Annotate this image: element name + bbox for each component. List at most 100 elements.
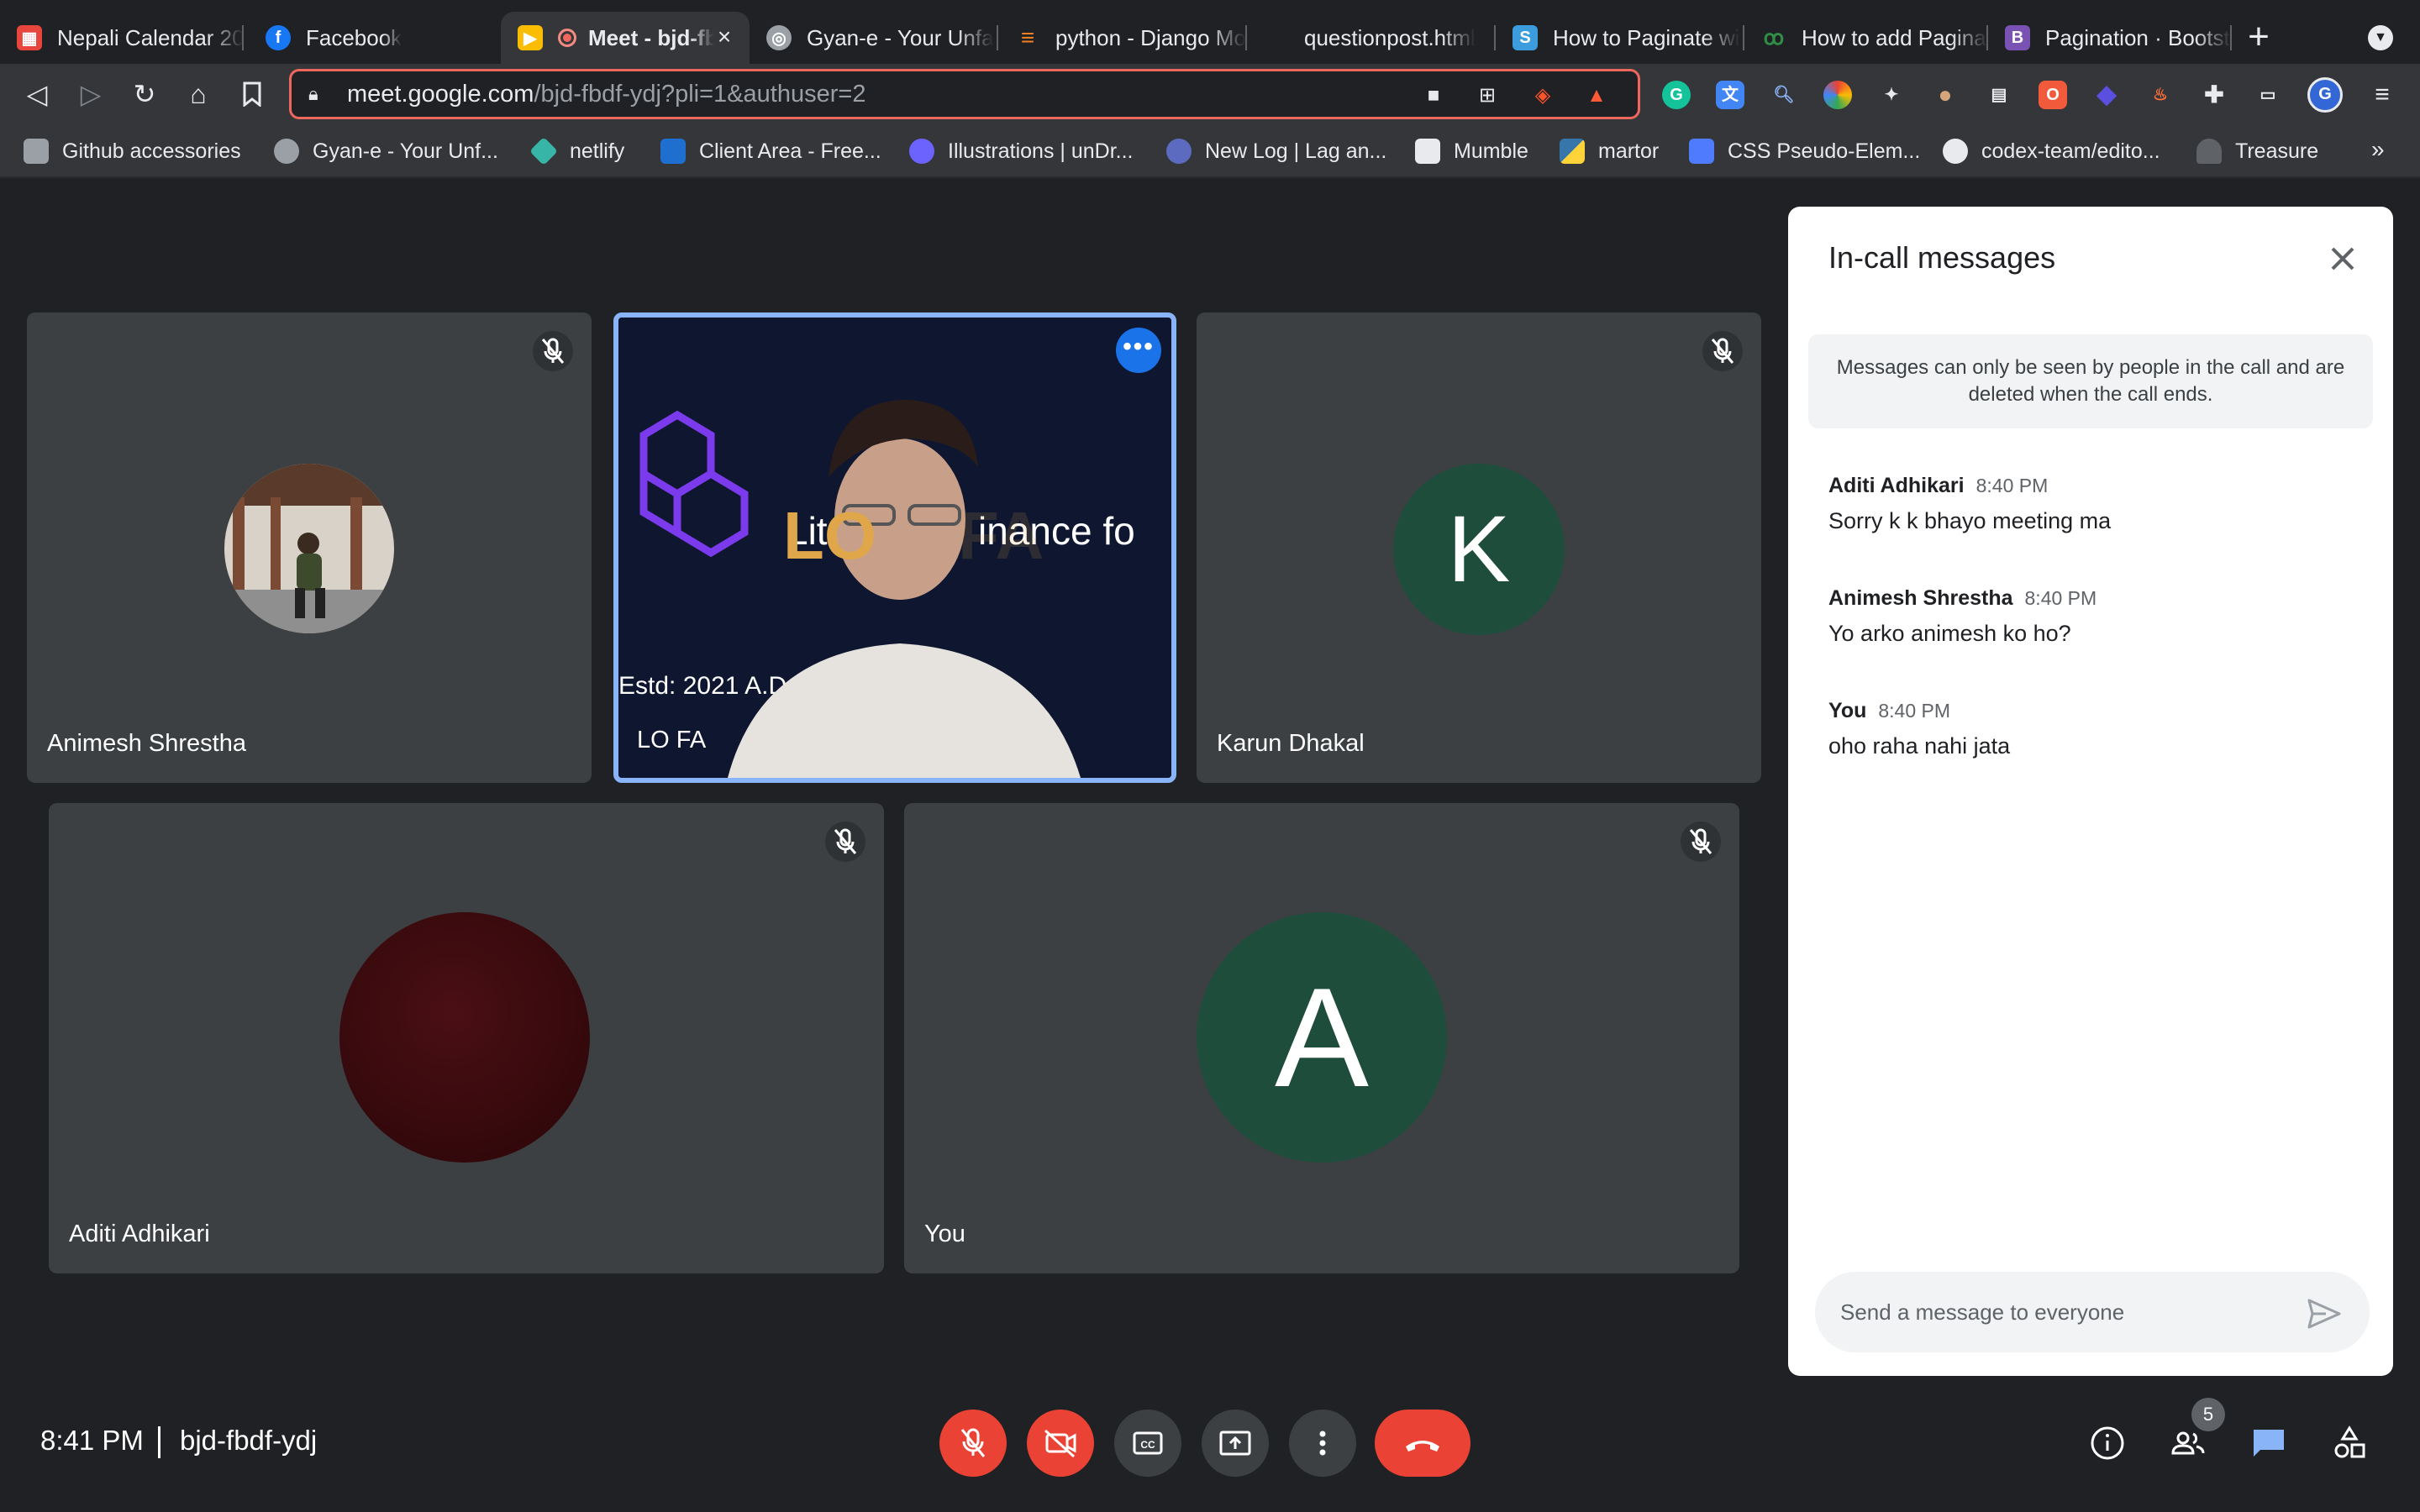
browser-tab[interactable]: ◎ Gyan-e - Your Unfa [750, 12, 998, 64]
participant-tile[interactable]: K Karun Dhakal [1197, 312, 1761, 783]
github-icon [1943, 139, 1968, 164]
meeting-clock: 8:41 PM [40, 1425, 144, 1456]
activities-icon[interactable] [2329, 1423, 2370, 1463]
browser-tab[interactable]: ▦ Nepali Calendar 20 [0, 12, 244, 64]
in-call-messages-panel: In-call messages Messages can only be se… [1788, 207, 2393, 1376]
tab-label: How to add Paginat [1802, 24, 1988, 50]
new-tab-plus-icon[interactable]: + [2238, 17, 2279, 57]
geeksforgeeks-icon: ꝏ [1763, 26, 1785, 50]
calendar-icon: ▦ [17, 25, 42, 50]
profile-avatar[interactable]: G [2307, 77, 2343, 113]
back-arrow-icon[interactable]: ◁ [20, 77, 54, 111]
tab-search-chevron-icon[interactable]: ▼ [2368, 25, 2393, 50]
more-bookmarks-chevron-icon[interactable]: » [2371, 136, 2385, 163]
stackoverflow-icon: ≡ [1020, 24, 1035, 50]
document-icon[interactable]: ▤ [1985, 81, 2013, 109]
more-options-icon[interactable]: ••• [1116, 328, 1161, 373]
bookmark-item[interactable]: netlify [529, 136, 624, 166]
tab-label: Pagination · Bootstr [2045, 24, 2232, 50]
bookmark-item[interactable]: Gyan-e - Your Unf... [274, 136, 498, 166]
google-meet-icon: ▶ [518, 25, 543, 50]
leave-call-button[interactable] [1375, 1410, 1470, 1477]
more-options-button[interactable] [1289, 1410, 1356, 1477]
forward-arrow-icon[interactable]: ▷ [74, 77, 108, 111]
brave-shields-icon[interactable]: ◈ [1530, 83, 1555, 108]
tab-divider [2230, 25, 2232, 50]
bookmark-item[interactable]: Treasure [2196, 136, 2318, 166]
participant-count-badge: 5 [2191, 1398, 2225, 1431]
mic-off-icon [1681, 822, 1721, 862]
ublock-icon[interactable]: O [2039, 81, 2067, 109]
brave-rewards-icon[interactable]: ▲ [1584, 83, 1609, 108]
present-now-button[interactable] [1202, 1410, 1269, 1477]
message-sender: Aditi Adhikari [1828, 474, 1965, 497]
flame-icon[interactable]: ♨ [2146, 81, 2175, 109]
tab-label: questionpost.html [1304, 24, 1476, 50]
bookmark-item[interactable]: CSS Pseudo-Elem... [1689, 136, 1920, 166]
browser-tab[interactable]: ≡ python - Django Mo [998, 12, 1247, 64]
meeting-code: bjd-fbdf-ydj [180, 1425, 318, 1456]
netlify-icon [529, 137, 558, 165]
browser-tab[interactable]: f Facebook [249, 12, 501, 64]
bookmark-item[interactable]: Illustrations | unDr... [909, 136, 1133, 166]
bookmark-icon[interactable] [235, 77, 269, 111]
figure-extension-icon[interactable]: ✦ [1877, 81, 1906, 109]
bookmarks-bar: Github accessories Gyan-e - Your Unf... … [0, 124, 2420, 178]
address-bar[interactable]: 🔒︎ meet.google.com/bjd-fbdf-ydj?pli=1&au… [289, 69, 1640, 119]
wallet-icon[interactable]: ▭ [2254, 81, 2282, 109]
participant-name: Animesh Shrestha [47, 730, 246, 757]
extensions-puzzle-icon[interactable]: ✚ [2200, 81, 2228, 109]
magnifier-extension-icon[interactable]: 🔍︎ [1770, 81, 1798, 109]
send-icon[interactable] [2304, 1294, 2344, 1334]
browser-tab-active[interactable]: ▶ Meet - bjd-fb × [501, 12, 750, 64]
browser-tab[interactable]: B Pagination · Bootstr [1988, 12, 2232, 64]
presentation-logo-text: LO [783, 498, 877, 573]
translate-icon[interactable]: 文 [1716, 81, 1744, 109]
bookmark-item[interactable]: Client Area - Free... [660, 136, 881, 166]
chat-icon[interactable] [2249, 1423, 2289, 1463]
color-picker-icon[interactable] [1823, 81, 1852, 109]
lock-icon[interactable]: 🔒︎ [308, 83, 330, 105]
participant-photo-avatar [339, 912, 590, 1163]
globe-icon [274, 139, 299, 164]
meeting-details-info-icon[interactable] [2087, 1423, 2128, 1463]
bookmark-item[interactable]: martor [1560, 136, 1659, 166]
reload-icon[interactable]: ↻ [128, 77, 161, 111]
chat-message-input[interactable] [1815, 1272, 2370, 1352]
browser-tab[interactable]: ꝏ How to add Paginat [1744, 12, 1988, 64]
browser-menu-icon[interactable]: ≡ [2368, 81, 2396, 109]
apps-grid-icon[interactable]: ⊞ [1475, 83, 1500, 108]
participant-tile-presenting[interactable]: Liter inance fo Estd: 2021 A.D. LO FA ••… [613, 312, 1176, 783]
svg-text:Estd: 2021 A.D.: Estd: 2021 A.D. [618, 672, 793, 700]
message-sender: Animesh Shrestha [1828, 586, 2013, 610]
browser-tab[interactable]: questionpost.html [1247, 12, 1496, 64]
camera-in-use-icon[interactable]: ■ [1421, 83, 1446, 108]
message-time: 8:40 PM [2024, 587, 2097, 609]
presentation-video: Liter inance fo Estd: 2021 A.D. [618, 318, 1171, 778]
grammarly-icon[interactable]: G [1662, 81, 1691, 109]
participant-avatar: K [1393, 464, 1565, 635]
home-icon[interactable]: ⌂ [182, 77, 215, 111]
participant-tile[interactable]: Aditi Adhikari [49, 803, 884, 1273]
recording-indicator-icon [558, 29, 576, 47]
message-sender: You [1828, 699, 1867, 722]
bookmark-item[interactable]: Mumble [1415, 136, 1528, 166]
cookie-icon[interactable]: ● [1931, 81, 1960, 109]
bookmark-item[interactable]: codex-team/edito... [1943, 136, 2160, 166]
browser-tab[interactable]: S How to Paginate wi [1496, 12, 1744, 64]
camera-toggle-button[interactable] [1027, 1410, 1094, 1477]
mic-off-icon [1702, 331, 1743, 371]
participant-tile-self[interactable]: A You [904, 803, 1739, 1273]
bookmark-item[interactable]: Github accessories [24, 136, 241, 166]
chat-message: You 8:40 PM oho raha nahi jata [1828, 699, 2349, 759]
close-tab-icon[interactable]: × [711, 24, 738, 50]
participant-tile[interactable]: Animesh Shrestha [27, 312, 592, 783]
browser-tabstrip: ▦ Nepali Calendar 20 f Facebook ▶ Meet -… [0, 0, 2420, 64]
log-icon [1166, 139, 1192, 164]
captions-button[interactable]: CC [1114, 1410, 1181, 1477]
close-icon[interactable] [2323, 239, 2363, 279]
bookmark-item[interactable]: New Log | Lag an... [1166, 136, 1386, 166]
layers-extension-icon[interactable]: ◆ [2092, 81, 2121, 109]
participant-photo-avatar [224, 464, 394, 633]
microphone-toggle-button[interactable] [939, 1410, 1007, 1477]
